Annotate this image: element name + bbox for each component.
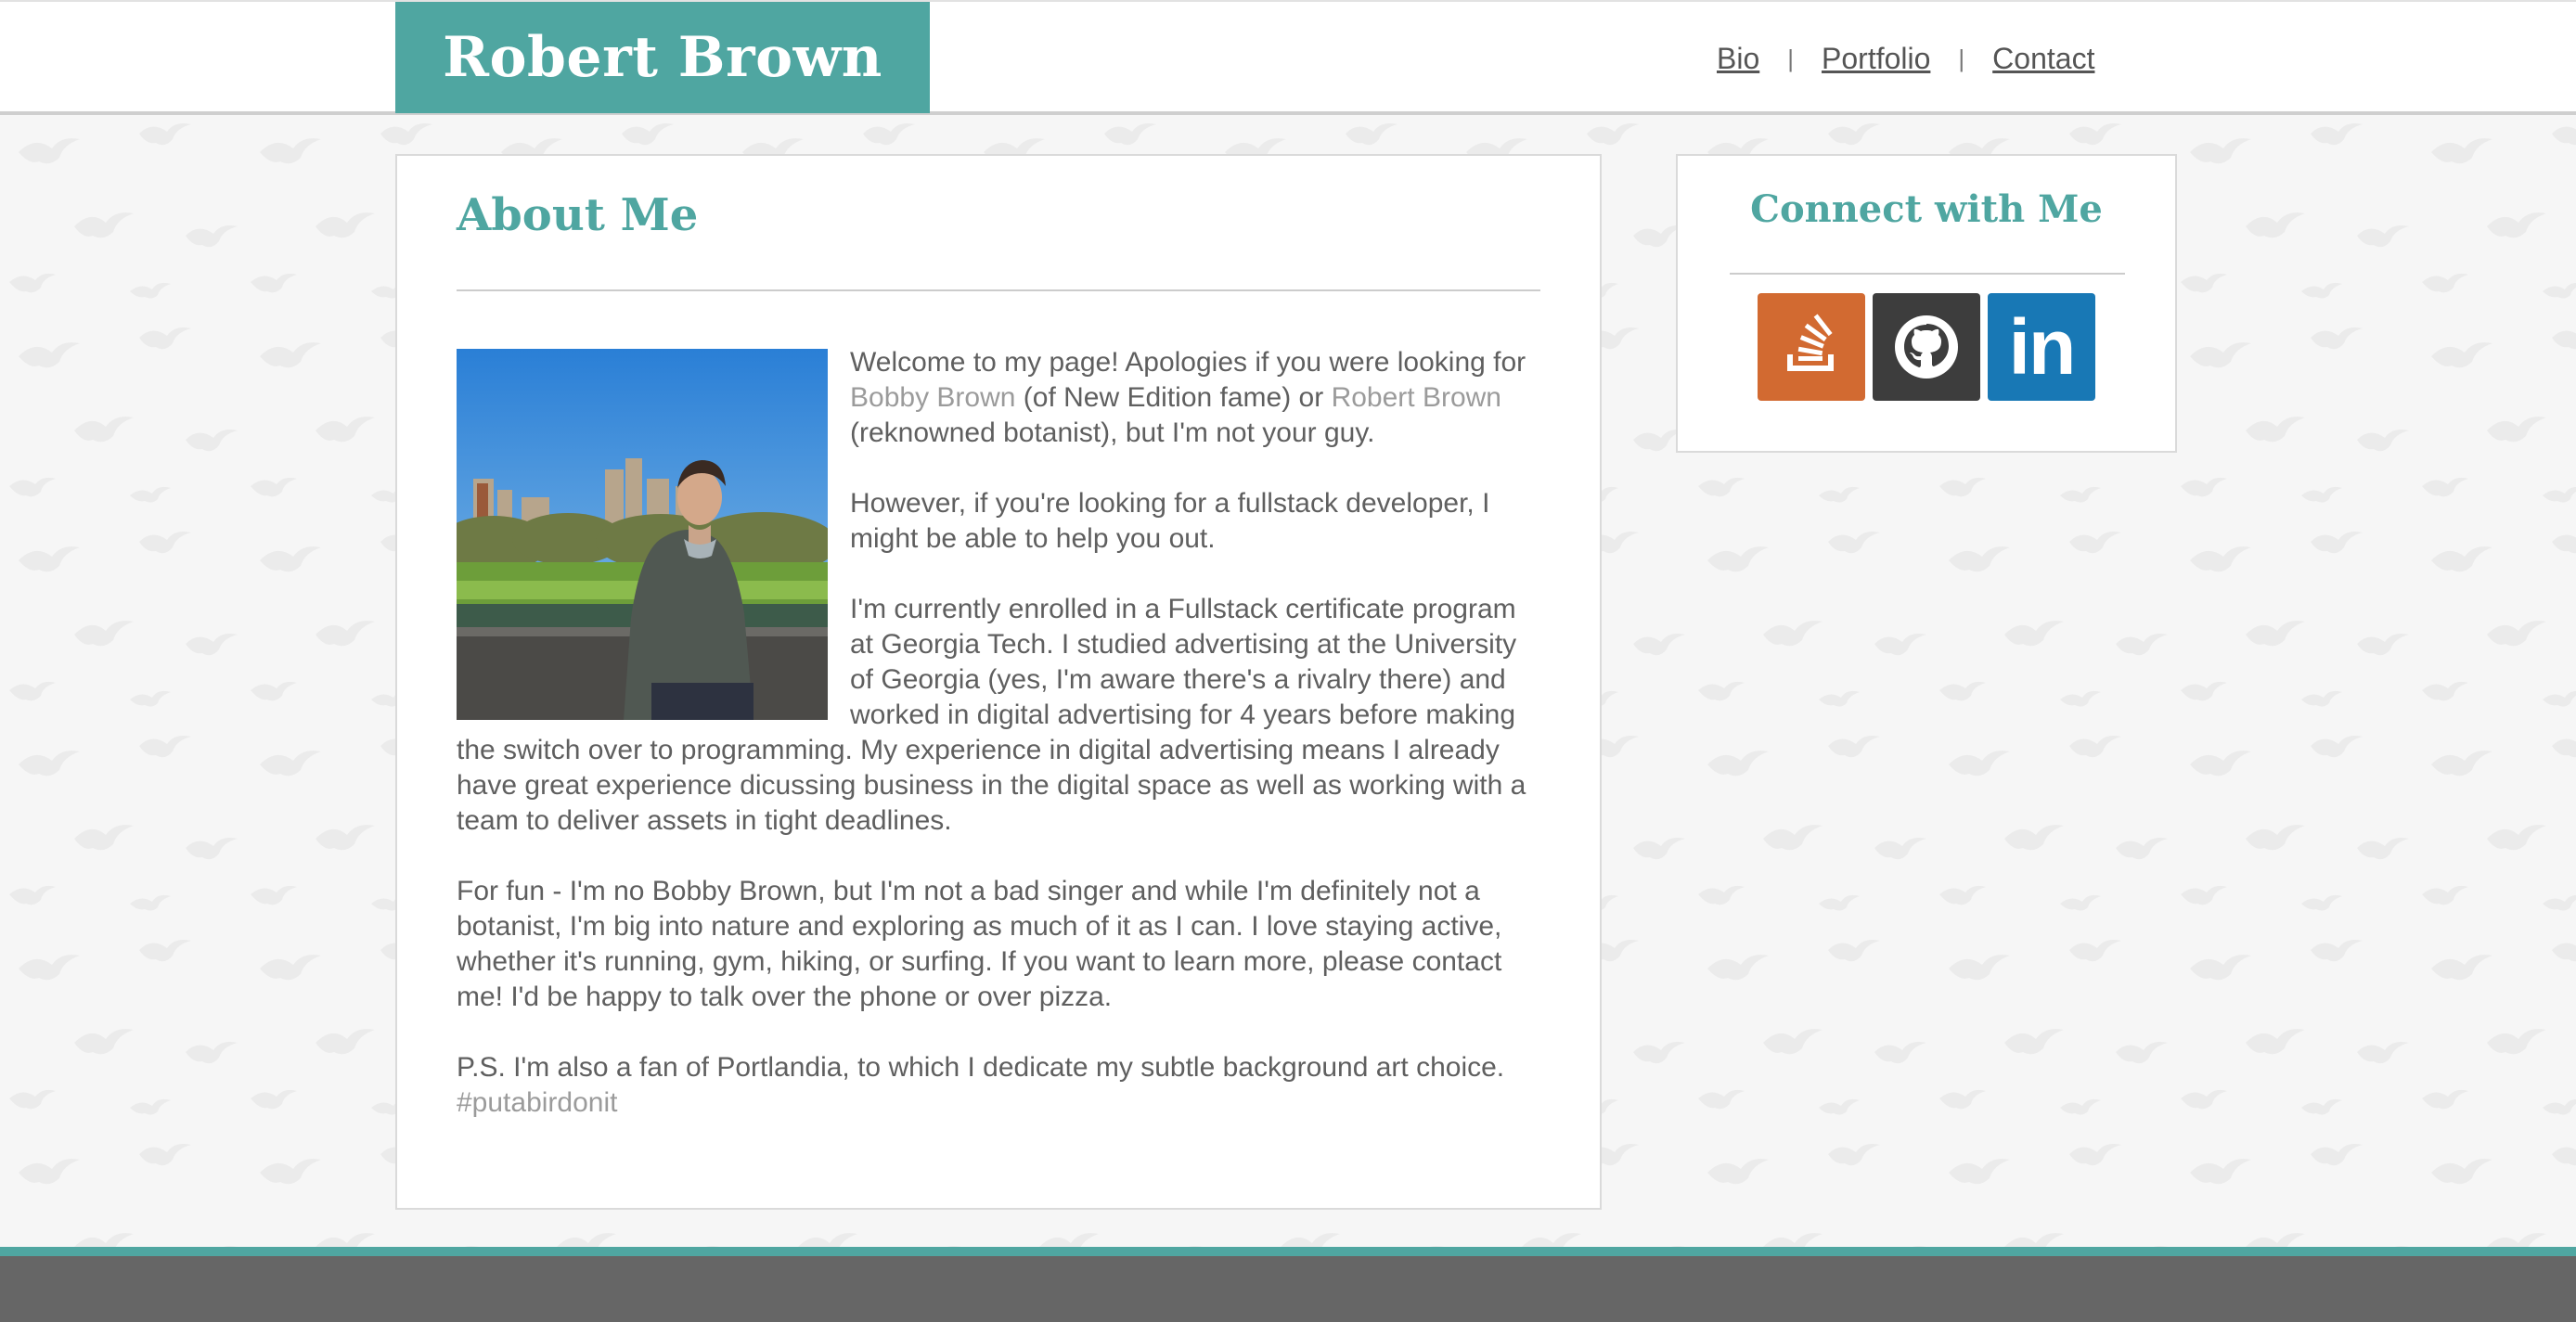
about-paragraph-4: For fun - I'm no Bobby Brown, but I'm no…: [457, 876, 1502, 1012]
nav-link-contact[interactable]: Contact: [1992, 42, 2094, 76]
about-divider: [457, 289, 1540, 291]
stackoverflow-icon: [1787, 314, 1834, 371]
robert-brown-link[interactable]: Robert Brown: [1332, 382, 1501, 413]
about-text: P.S. I'm also a fan of Portlandia, to wh…: [457, 1052, 1505, 1083]
about-paragraph-5: P.S. I'm also a fan of Portlandia, to wh…: [457, 1050, 1542, 1121]
bobby-brown-link[interactable]: Bobby Brown: [850, 382, 1015, 413]
nav-link-portfolio[interactable]: Portfolio: [1822, 42, 1930, 76]
site-footer: [0, 1247, 2576, 1322]
connect-card: Connect with Me in: [1676, 154, 2177, 453]
github-icon: [1895, 315, 1958, 379]
connect-title: Connect with Me: [1750, 187, 2103, 231]
about-title: About Me: [457, 189, 699, 241]
about-text: (of New Edition fame) or: [1015, 382, 1332, 413]
site-brand-title[interactable]: Robert Brown: [395, 2, 930, 113]
linkedin-button[interactable]: in: [1988, 293, 2095, 401]
stackoverflow-button[interactable]: [1758, 293, 1865, 401]
github-button[interactable]: [1873, 293, 1980, 401]
about-card: About Me Welcome to my page! Apologies i…: [395, 154, 1602, 1210]
nav-link-bio[interactable]: Bio: [1717, 42, 1759, 76]
about-text: (reknowned botanist), but I'm not your g…: [850, 417, 1375, 448]
connect-divider: [1730, 273, 2125, 275]
site-header: Robert Brown Bio | Portfolio | Contact: [0, 0, 2576, 115]
main-nav: Bio | Portfolio | Contact: [1717, 35, 2094, 82]
profile-photo: [457, 349, 828, 720]
linkedin-icon: in: [2008, 303, 2077, 391]
about-content: Welcome to my page! Apologies if you wer…: [457, 345, 1542, 1156]
about-text: Welcome to my page! Apologies if you wer…: [850, 347, 1526, 378]
nav-separator: |: [1787, 44, 1795, 72]
nav-separator: |: [1958, 44, 1965, 72]
hashtag-link[interactable]: #putabirdonit: [457, 1087, 617, 1118]
social-links: in: [1758, 293, 2095, 401]
